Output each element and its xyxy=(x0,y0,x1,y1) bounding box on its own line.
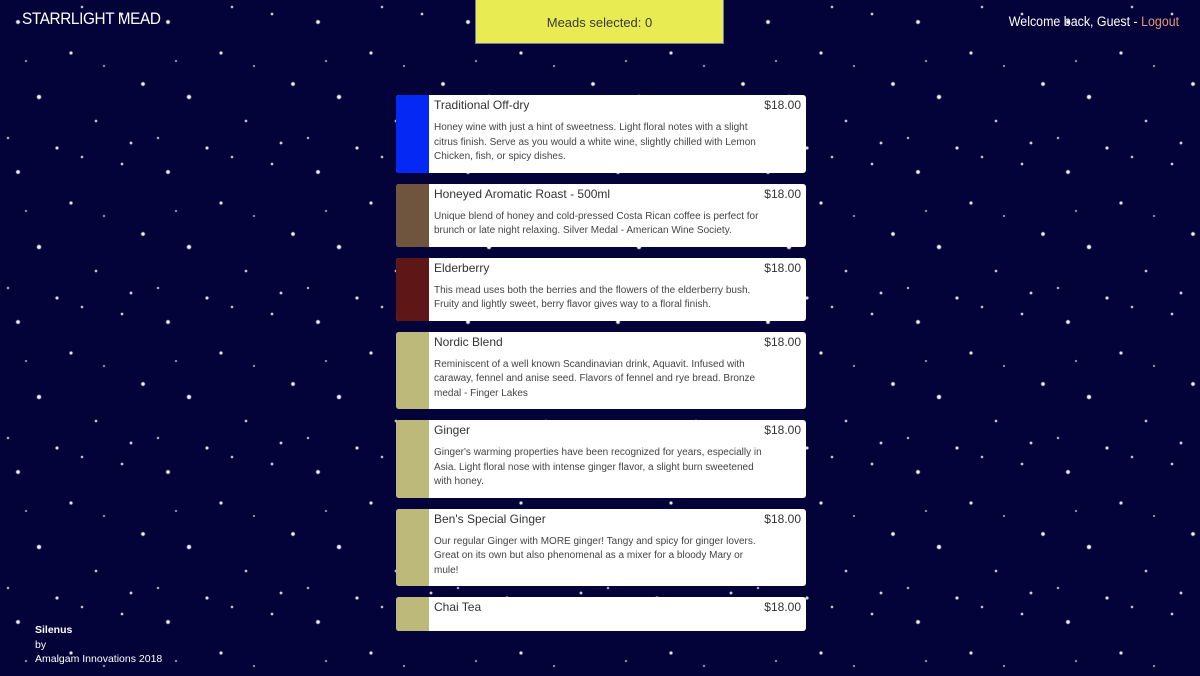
footer-product-name: Silenus xyxy=(35,624,73,636)
mead-list: Traditional Off-dry $18.00 Honey wine wi… xyxy=(396,95,806,642)
mead-card-header: Nordic Blend $18.00 xyxy=(434,335,801,349)
welcome-text: Welcome back, Guest - xyxy=(1008,14,1142,29)
mead-card-header: Traditional Off-dry $18.00 xyxy=(434,98,801,112)
mead-color-swatch xyxy=(396,508,429,586)
footer-company: Amalgam Innovations 2018 xyxy=(35,653,163,665)
mead-card-body: Nordic Blend $18.00 Reminiscent of a wel… xyxy=(429,332,806,410)
mead-description: Unique blend of honey and cold-pressed C… xyxy=(434,210,759,237)
mead-card[interactable]: Honeyed Aromatic Roast - 500ml $18.00 Un… xyxy=(396,183,806,247)
mead-card-header: Ben's Special Ginger $18.00 xyxy=(434,512,801,526)
mead-color-swatch xyxy=(396,597,429,631)
mead-color-swatch xyxy=(396,183,429,247)
mead-card[interactable]: Nordic Blend $18.00 Reminiscent of a wel… xyxy=(396,331,806,410)
mead-card-body: Traditional Off-dry $18.00 Honey wine wi… xyxy=(429,95,806,173)
mead-name: Ginger xyxy=(434,423,471,437)
mead-price: $18.00 xyxy=(764,600,801,614)
mead-color-swatch xyxy=(396,331,429,409)
mead-price: $18.00 xyxy=(764,511,801,526)
mead-name: Nordic Blend xyxy=(434,334,503,349)
mead-description: Our regular Ginger with MORE ginger! Tan… xyxy=(434,535,756,576)
mead-name: Chai Tea xyxy=(434,600,482,614)
mead-description: Ginger's warming properties have been re… xyxy=(434,447,762,487)
mead-card[interactable]: Chai Tea $18.00 xyxy=(396,597,806,631)
meads-selected-text: Meads selected: 0 xyxy=(546,14,653,30)
mead-description: Reminiscent of a well known Scandinavian… xyxy=(434,358,756,399)
mead-card-header: Honeyed Aromatic Roast - 500ml $18.00 xyxy=(434,187,801,201)
welcome-message: Welcome back, Guest - Logout xyxy=(1009,14,1179,29)
footer-credits: Silenus by Amalgam Innovations 2018 xyxy=(35,623,162,667)
mead-card-body: Ginger $18.00 Ginger's warming propertie… xyxy=(429,420,806,498)
mead-name: Ben's Special Ginger xyxy=(434,511,546,526)
mead-description: This mead uses both the berries and the … xyxy=(434,284,751,311)
mead-card-body: Ben's Special Ginger $18.00 Our regular … xyxy=(429,509,806,587)
mead-price: $18.00 xyxy=(764,423,801,437)
footer-by: by xyxy=(35,638,47,651)
mead-card-body: Chai Tea $18.00 xyxy=(429,597,806,631)
mead-price: $18.00 xyxy=(764,186,801,201)
meads-selected-counter: Meads selected: 0 xyxy=(475,0,724,44)
mead-card-header: Elderberry $18.00 xyxy=(434,261,801,275)
logout-link[interactable]: Logout xyxy=(1141,14,1179,29)
mead-card-header: Ginger $18.00 xyxy=(434,423,801,437)
mead-price: $18.00 xyxy=(764,334,801,349)
mead-card-body: Elderberry $18.00 This mead uses both th… xyxy=(429,258,806,321)
mead-price: $18.00 xyxy=(764,98,801,112)
mead-card-header: Chai Tea $18.00 xyxy=(434,600,801,614)
mead-card[interactable]: Ben's Special Ginger $18.00 Our regular … xyxy=(396,508,806,587)
mead-name: Elderberry xyxy=(434,260,490,275)
mead-price: $18.00 xyxy=(764,260,801,275)
mead-color-swatch xyxy=(396,95,429,173)
mead-card[interactable]: Elderberry $18.00 This mead uses both th… xyxy=(396,257,806,321)
mead-card[interactable]: Traditional Off-dry $18.00 Honey wine wi… xyxy=(396,95,806,173)
mead-name: Honeyed Aromatic Roast - 500ml xyxy=(434,186,611,201)
site-logo-title: STARRLIGHT MEAD xyxy=(22,9,161,28)
mead-card[interactable]: Ginger $18.00 Ginger's warming propertie… xyxy=(396,420,806,498)
mead-color-swatch xyxy=(396,420,429,498)
mead-description: Honey wine with just a hint of sweetness… xyxy=(434,122,756,162)
mead-card-body: Honeyed Aromatic Roast - 500ml $18.00 Un… xyxy=(429,184,806,247)
mead-name: Traditional Off-dry xyxy=(434,98,530,112)
mead-color-swatch xyxy=(396,257,429,321)
